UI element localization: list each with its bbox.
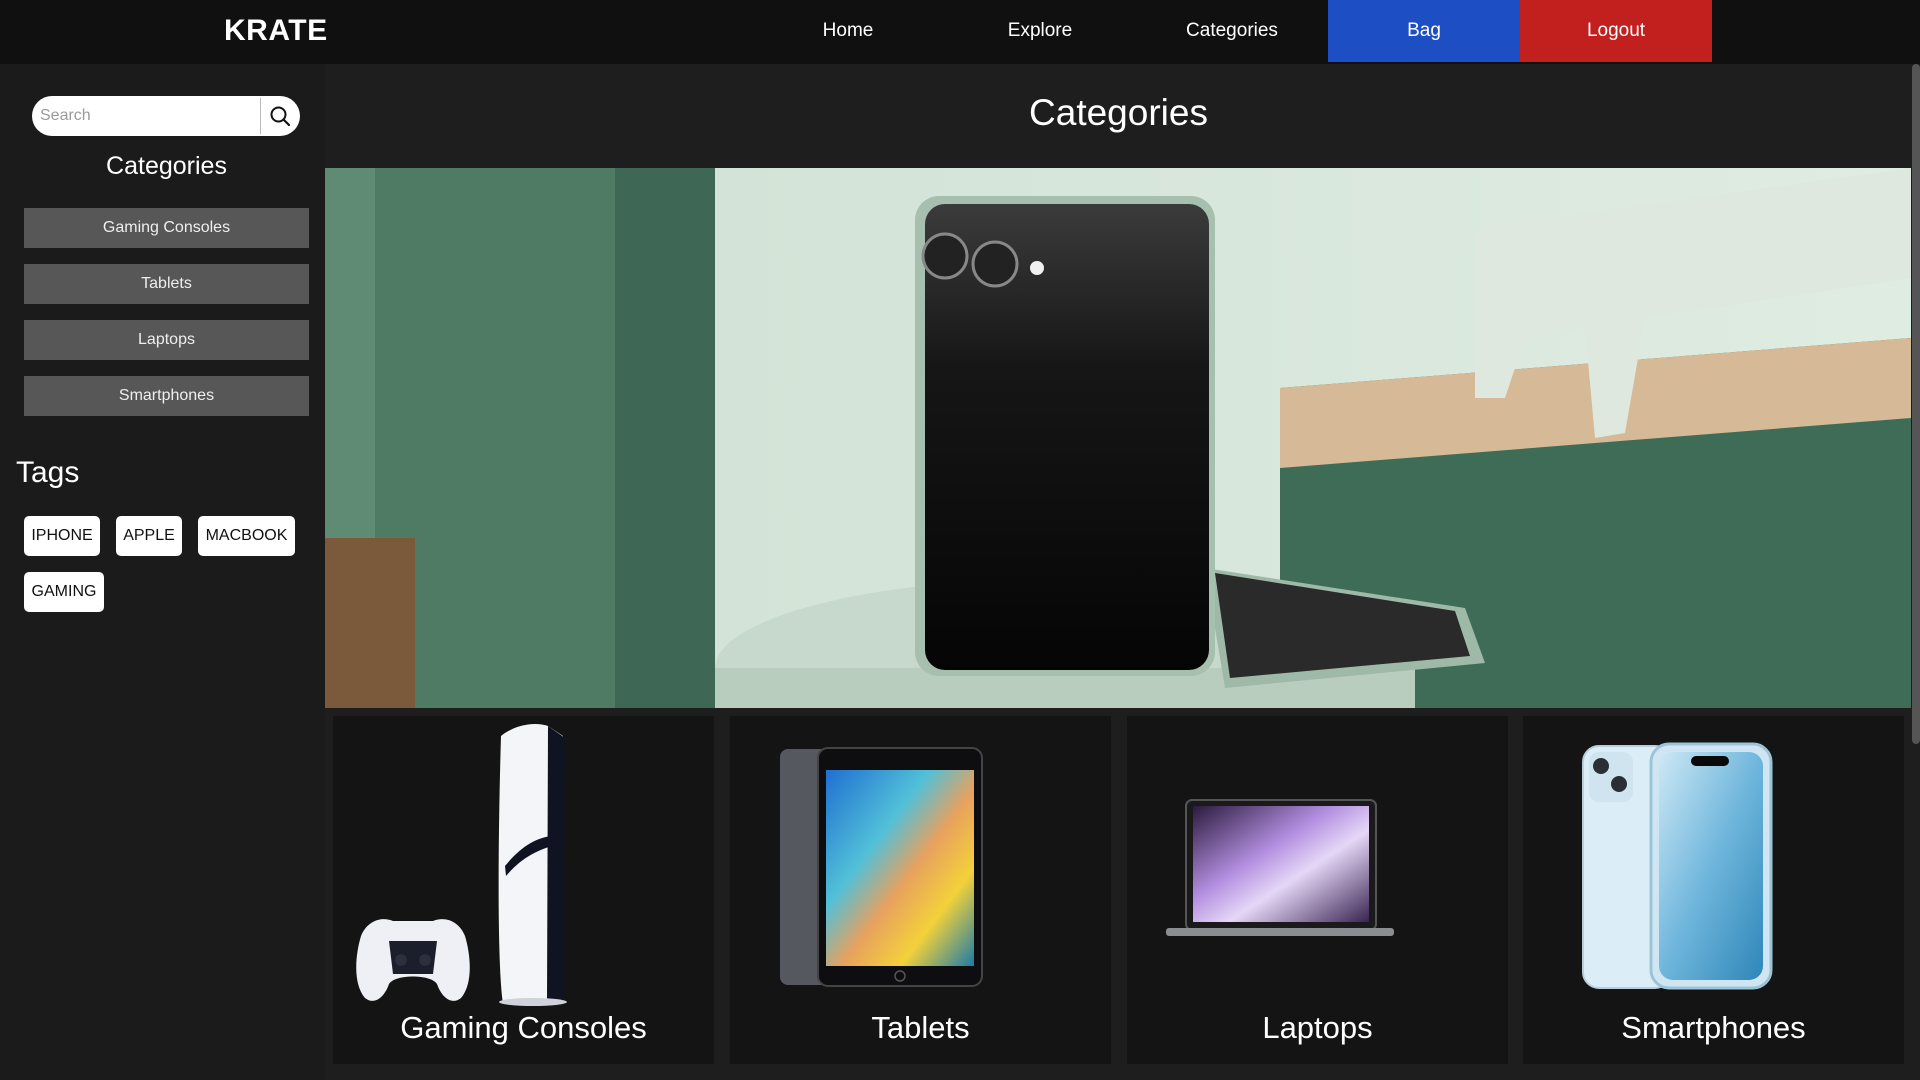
top-navbar: KRATE Home Explore Categories Bag Logout [0,0,1920,64]
search-icon [270,106,291,127]
sidebar-tags-heading: Tags [16,456,80,489]
gaming-console-image [356,724,567,1006]
category-card-label: Laptops [1262,1010,1373,1045]
tag-iphone[interactable]: IPHONE [24,516,100,556]
sidebar-category-gaming-consoles[interactable]: Gaming Consoles [24,208,309,248]
search-input[interactable] [32,96,258,136]
tag-macbook[interactable]: MACBOOK [198,516,295,556]
page-title: Categories [1029,92,1208,133]
brand-logo[interactable]: KRATE [224,14,328,48]
tag-apple[interactable]: APPLE [116,516,182,556]
category-card-tablets[interactable]: Tablets [730,716,1111,1064]
search-button[interactable] [260,98,299,134]
nav-logout-button[interactable]: Logout [1520,0,1712,62]
sidebar-category-laptops[interactable]: Laptops [24,320,309,360]
tablet-image [780,747,983,987]
category-card-laptops[interactable]: Laptops [1127,716,1508,1064]
foldable-phone-image [325,168,1911,708]
nav-bag-button[interactable]: Bag [1328,0,1520,62]
category-card-gaming-consoles[interactable]: Gaming Consoles [333,716,714,1064]
hero-banner-image [325,168,1911,708]
smartphone-image [1582,742,1773,990]
sidebar-categories-heading: Categories [106,152,227,180]
nav-categories-link[interactable]: Categories [1136,0,1328,62]
category-card-label: Smartphones [1621,1010,1806,1045]
tag-gaming[interactable]: GAMING [24,572,104,612]
search-bar [32,96,300,136]
sidebar-category-smartphones[interactable]: Smartphones [24,376,309,416]
sidebar-category-tablets[interactable]: Tablets [24,264,309,304]
nav-explore-link[interactable]: Explore [944,0,1136,62]
category-card-smartphones[interactable]: Smartphones [1523,716,1904,1064]
laptop-image [1166,799,1394,936]
category-card-label: Gaming Consoles [400,1010,647,1045]
page-scrollbar[interactable] [1912,64,1920,744]
sidebar: Categories Gaming Consoles Tablets Lapto… [0,64,325,1080]
category-card-label: Tablets [871,1010,970,1045]
nav-home-link[interactable]: Home [752,0,944,62]
